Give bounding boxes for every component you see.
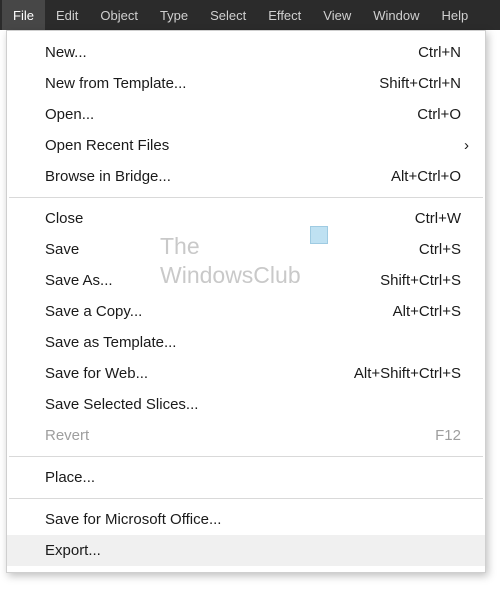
menu-item-place[interactable]: Place...	[7, 462, 485, 493]
menu-item-shortcut: Shift+Ctrl+N	[379, 75, 461, 92]
menu-item-label: Open Recent Files	[45, 137, 461, 154]
menu-effect[interactable]: Effect	[257, 0, 312, 30]
menu-item-label: Revert	[45, 427, 435, 444]
menu-item-label: Open...	[45, 106, 417, 123]
menu-label: Window	[373, 8, 419, 23]
menu-file[interactable]: File	[2, 0, 45, 30]
menu-item-close[interactable]: Close Ctrl+W	[7, 203, 485, 234]
menu-item-new[interactable]: New... Ctrl+N	[7, 37, 485, 68]
file-menu-dropdown: New... Ctrl+N New from Template... Shift…	[6, 30, 486, 573]
menu-item-save-a-copy[interactable]: Save a Copy... Alt+Ctrl+S	[7, 296, 485, 327]
menu-item-shortcut: Ctrl+O	[417, 106, 461, 123]
chevron-right-icon: ›	[464, 138, 469, 153]
menu-item-shortcut: Alt+Ctrl+O	[391, 168, 461, 185]
menu-item-label: Export...	[45, 542, 461, 559]
menu-help[interactable]: Help	[430, 0, 479, 30]
menu-window[interactable]: Window	[362, 0, 430, 30]
menu-object[interactable]: Object	[89, 0, 149, 30]
menu-item-save-for-web[interactable]: Save for Web... Alt+Shift+Ctrl+S	[7, 358, 485, 389]
menu-item-shortcut: Ctrl+S	[419, 241, 461, 258]
menu-item-save[interactable]: Save Ctrl+S	[7, 234, 485, 265]
menu-item-new-from-template[interactable]: New from Template... Shift+Ctrl+N	[7, 68, 485, 99]
menu-item-shortcut: Ctrl+N	[418, 44, 461, 61]
menu-label: Select	[210, 8, 246, 23]
menu-item-export[interactable]: Export...	[7, 535, 485, 566]
menu-item-label: Close	[45, 210, 415, 227]
menu-label: View	[323, 8, 351, 23]
menu-item-open-recent[interactable]: Open Recent Files ›	[7, 130, 485, 161]
menu-item-label: Save a Copy...	[45, 303, 393, 320]
menu-view[interactable]: View	[312, 0, 362, 30]
menu-item-revert: Revert F12	[7, 420, 485, 451]
menu-item-label: Place...	[45, 469, 461, 486]
menu-item-shortcut: Alt+Ctrl+S	[393, 303, 461, 320]
menu-separator	[9, 498, 483, 499]
menu-item-label: New from Template...	[45, 75, 379, 92]
menu-item-shortcut: F12	[435, 427, 461, 444]
menu-item-label: Save Selected Slices...	[45, 396, 461, 413]
menu-item-label: Save for Web...	[45, 365, 354, 382]
menu-item-open[interactable]: Open... Ctrl+O	[7, 99, 485, 130]
menu-item-browse-in-bridge[interactable]: Browse in Bridge... Alt+Ctrl+O	[7, 161, 485, 192]
menu-label: Object	[100, 8, 138, 23]
menu-edit[interactable]: Edit	[45, 0, 89, 30]
menu-item-label: Save for Microsoft Office...	[45, 511, 461, 528]
menu-item-save-for-ms-office[interactable]: Save for Microsoft Office...	[7, 504, 485, 535]
menu-item-label: Browse in Bridge...	[45, 168, 391, 185]
menu-item-shortcut: Shift+Ctrl+S	[380, 272, 461, 289]
menu-item-shortcut: Ctrl+W	[415, 210, 461, 227]
menubar: File Edit Object Type Select Effect View…	[0, 0, 500, 30]
menu-label: Effect	[268, 8, 301, 23]
menu-select[interactable]: Select	[199, 0, 257, 30]
menu-label: Edit	[56, 8, 78, 23]
menu-item-label: Save As...	[45, 272, 380, 289]
menu-label: Type	[160, 8, 188, 23]
menu-item-label: Save as Template...	[45, 334, 461, 351]
menu-item-save-selected-slices[interactable]: Save Selected Slices...	[7, 389, 485, 420]
menu-item-shortcut: Alt+Shift+Ctrl+S	[354, 365, 461, 382]
menu-item-save-as-template[interactable]: Save as Template...	[7, 327, 485, 358]
menu-label: File	[13, 8, 34, 23]
menu-item-save-as[interactable]: Save As... Shift+Ctrl+S	[7, 265, 485, 296]
menu-separator	[9, 197, 483, 198]
menu-item-label: New...	[45, 44, 418, 61]
menu-separator	[9, 456, 483, 457]
menu-label: Help	[441, 8, 468, 23]
menu-item-label: Save	[45, 241, 419, 258]
menu-type[interactable]: Type	[149, 0, 199, 30]
